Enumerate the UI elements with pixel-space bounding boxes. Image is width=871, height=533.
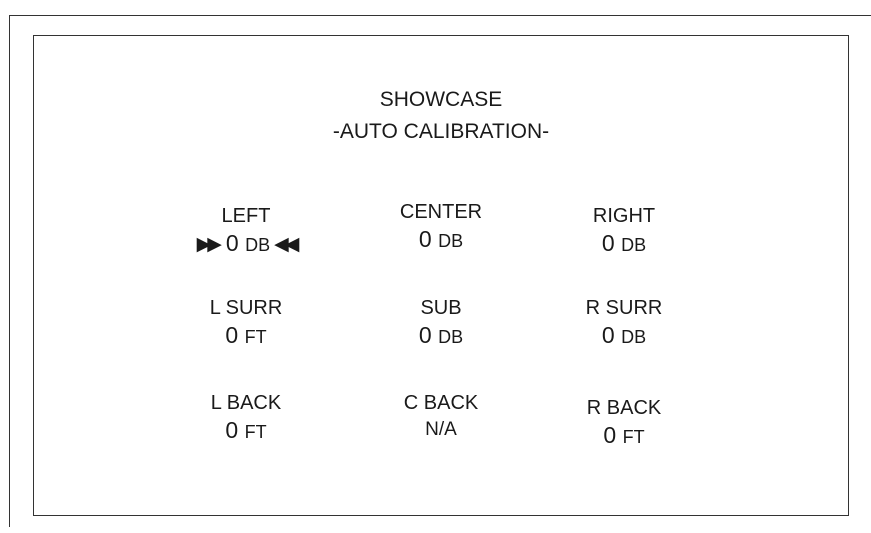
speaker-r-surr[interactable]: R SURR 0 DB <box>544 296 704 351</box>
speaker-sub[interactable]: SUB 0 DB <box>361 296 521 351</box>
speaker-center-value-row: 0 DB <box>361 225 521 255</box>
speaker-l-back-value: 0 <box>225 417 239 443</box>
calibration-screen: SHOWCASE -AUTO CALIBRATION- LEFT ▶▶ 0 DB ◀… <box>33 35 849 516</box>
speaker-center-unit: DB <box>438 231 464 251</box>
speaker-r-back-value: 0 <box>603 422 617 448</box>
speaker-r-back-unit: FT <box>622 427 645 447</box>
speaker-r-surr-label: R SURR <box>585 297 663 319</box>
speaker-right-value: 0 <box>601 230 615 256</box>
speaker-left[interactable]: LEFT ▶▶ 0 DB ◀◀ <box>166 204 326 259</box>
speaker-sub-value-row: 0 DB <box>361 321 521 351</box>
speaker-left-label: LEFT <box>221 205 271 227</box>
speaker-l-back-label: L BACK <box>210 392 282 414</box>
speaker-l-surr[interactable]: L SURR 0 FT <box>166 296 326 351</box>
speaker-sub-label: SUB <box>420 297 462 319</box>
speaker-r-surr-value-row: 0 DB <box>544 321 704 351</box>
speaker-c-back-label: C BACK <box>403 392 479 414</box>
speaker-r-surr-unit: DB <box>621 327 647 347</box>
speaker-c-back[interactable]: C BACK N/A <box>361 391 521 444</box>
outer-frame-top-line <box>9 15 871 16</box>
speaker-center-value: 0 <box>418 226 432 252</box>
speaker-r-back[interactable]: R BACK 0 FT <box>544 396 704 451</box>
speaker-left-unit: DB <box>245 235 271 255</box>
speaker-right-label: RIGHT <box>592 205 656 227</box>
screen-title: SHOWCASE <box>379 88 503 111</box>
speaker-left-value-row: ▶▶ 0 DB ◀◀ <box>166 229 326 259</box>
speaker-left-value: 0 <box>225 230 239 256</box>
speaker-l-back-unit: FT <box>244 422 267 442</box>
speaker-right-unit: DB <box>621 235 647 255</box>
speaker-l-surr-value: 0 <box>225 322 239 348</box>
speaker-right-value-row: 0 DB <box>544 229 704 259</box>
speaker-center[interactable]: CENTER 0 DB <box>361 200 521 255</box>
speaker-l-surr-label: L SURR <box>209 297 283 319</box>
speaker-l-back[interactable]: L BACK 0 FT <box>166 391 326 446</box>
speaker-right[interactable]: RIGHT 0 DB <box>544 204 704 259</box>
speaker-r-back-value-row: 0 FT <box>544 421 704 451</box>
outer-frame-left-line <box>9 15 10 527</box>
speaker-r-surr-value: 0 <box>601 322 615 348</box>
speaker-l-surr-value-row: 0 FT <box>166 321 326 351</box>
speaker-l-surr-unit: FT <box>244 327 267 347</box>
selection-arrows-right-icon: ▶▶ <box>196 234 222 255</box>
speaker-center-label: CENTER <box>399 201 483 223</box>
speaker-sub-value: 0 <box>418 322 432 348</box>
speaker-c-back-value: N/A <box>425 419 457 440</box>
speaker-sub-unit: DB <box>438 327 464 347</box>
speaker-r-back-label: R BACK <box>586 397 662 419</box>
selection-arrows-left-icon: ◀◀ <box>274 234 299 255</box>
screen-subtitle: -AUTO CALIBRATION- <box>332 120 550 143</box>
speaker-l-back-value-row: 0 FT <box>166 416 326 446</box>
